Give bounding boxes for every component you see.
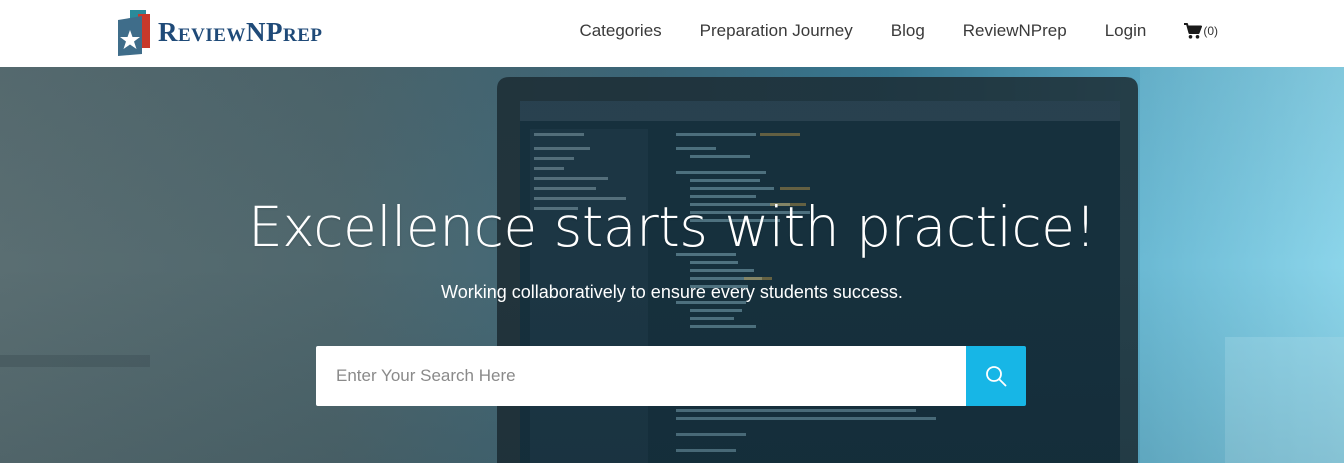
- reviewnprep-logo[interactable]: R EVIEW N P REP: [116, 8, 322, 56]
- nav-preparation-journey[interactable]: Preparation Journey: [700, 21, 853, 41]
- nav-login[interactable]: Login: [1105, 21, 1147, 41]
- logo-letter-p: P: [265, 16, 283, 47]
- search-input[interactable]: [316, 346, 966, 406]
- hero-subheadline: Working collaboratively to ensure every …: [441, 282, 903, 302]
- shopping-cart-icon: [1184, 23, 1203, 39]
- nav-blog[interactable]: Blog: [891, 21, 925, 41]
- cart-button[interactable]: (0): [1184, 23, 1218, 39]
- magnifier-icon: [986, 366, 1007, 387]
- hero-headline: Excellence starts with practice!: [247, 195, 1097, 259]
- logo-letter-n: N: [245, 16, 266, 47]
- hero-search-form: [316, 346, 1026, 406]
- search-button[interactable]: [966, 346, 1026, 406]
- logo-letters-rep: REP: [282, 24, 323, 46]
- logo-letters-eview: EVIEW: [178, 24, 246, 46]
- logo-book-star-icon: [118, 10, 150, 56]
- navbar: R EVIEW N P REP Categories Preparation J…: [0, 0, 1344, 67]
- logo-wordmark: R EVIEW N P REP: [158, 17, 322, 48]
- main-nav: Categories Preparation Journey Blog Revi…: [579, 0, 1218, 62]
- nav-categories[interactable]: Categories: [579, 21, 661, 41]
- logo-letter-r: R: [158, 16, 178, 47]
- nav-reviewnprep[interactable]: ReviewNPrep: [963, 21, 1067, 41]
- cart-count: (0): [1203, 24, 1218, 38]
- hero-banner: Excellence starts with practice! Working…: [0, 67, 1344, 463]
